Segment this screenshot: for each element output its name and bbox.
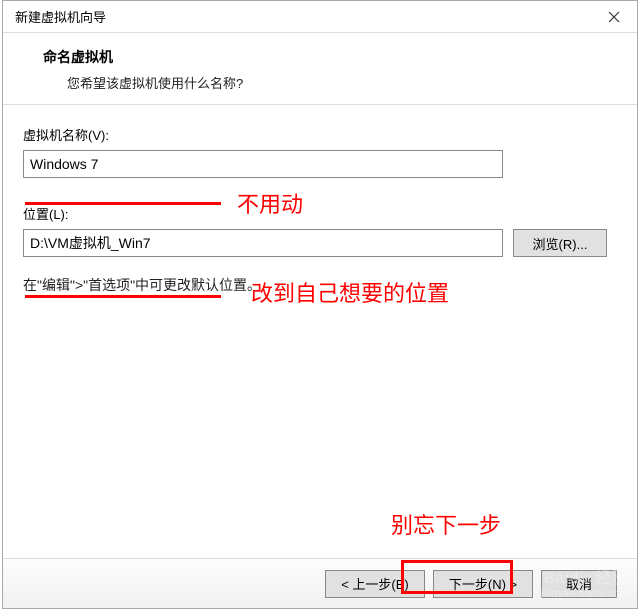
close-icon <box>608 11 620 23</box>
wizard-header: 命名虚拟机 您希望该虚拟机使用什么名称? <box>3 33 637 105</box>
content-area: 虚拟机名称(V): 位置(L): 浏览(R)... 在"编辑">"首选项"中可更… <box>3 105 637 295</box>
wizard-window: 新建虚拟机向导 命名虚拟机 您希望该虚拟机使用什么名称? 虚拟机名称(V): 位… <box>2 0 638 609</box>
subheading: 您希望该虚拟机使用什么名称? <box>43 73 597 92</box>
back-button[interactable]: < 上一步(B) <box>325 570 425 598</box>
wizard-footer: < 上一步(B) 下一步(N) > 取消 <box>3 558 637 608</box>
annotation-dont-forget: 别忘下一步 <box>391 508 501 540</box>
annotation-underline-name <box>25 202 221 205</box>
titlebar[interactable]: 新建虚拟机向导 <box>3 1 637 33</box>
vm-name-label: 虚拟机名称(V): <box>23 125 617 144</box>
location-input[interactable] <box>23 229 503 257</box>
location-label: 位置(L): <box>23 204 617 223</box>
window-title: 新建虚拟机向导 <box>15 7 106 26</box>
vm-name-input[interactable] <box>23 150 503 178</box>
annotation-change-location: 改到自己想要的位置 <box>251 276 449 308</box>
vm-name-row <box>23 150 617 178</box>
heading: 命名虚拟机 <box>43 47 597 67</box>
next-button[interactable]: 下一步(N) > <box>433 570 533 598</box>
annotation-underline-location <box>25 295 221 298</box>
location-row: 浏览(R)... <box>23 229 617 257</box>
close-button[interactable] <box>591 1 637 33</box>
cancel-button[interactable]: 取消 <box>541 570 617 598</box>
annotation-dont-change: 不用动 <box>237 187 303 219</box>
browse-button[interactable]: 浏览(R)... <box>513 229 607 257</box>
